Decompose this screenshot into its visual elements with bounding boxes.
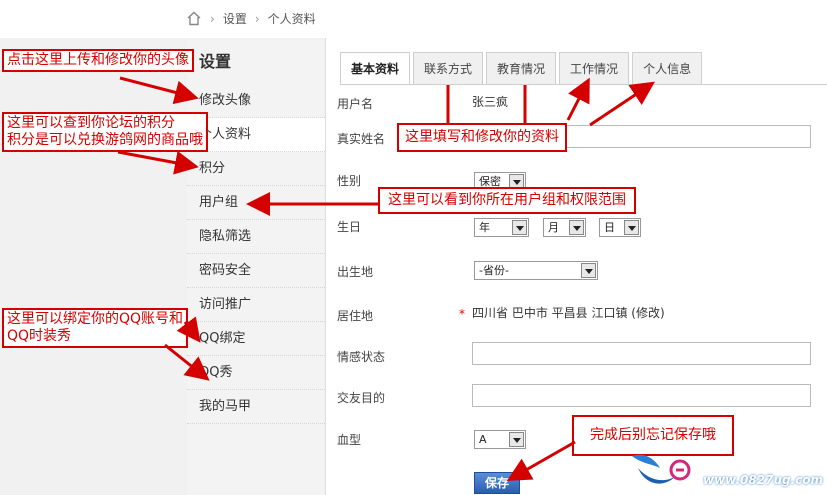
save-button[interactable]: 保存 — [474, 472, 520, 494]
required-mark: * — [459, 307, 465, 321]
tab-contact[interactable]: 联系方式 — [413, 52, 484, 84]
annotation-usergroup: 这里可以看到你所在用户组和权限范围 — [378, 187, 636, 214]
residence-label: 居住地 — [337, 309, 374, 323]
purpose-input[interactable] — [472, 384, 811, 407]
annotation-edit-profile: 这里填写和修改你的资料 — [397, 123, 567, 152]
chevron-down-icon — [581, 263, 596, 278]
annotation-credits-line2: 积分是可以兑换游鸽网的商品哦 — [7, 132, 203, 148]
chevron-down-icon — [512, 220, 527, 235]
username-label: 用户名 — [337, 97, 374, 111]
birthplace-select[interactable]: -省份- — [474, 261, 598, 280]
annotation-avatar: 点击这里上传和修改你的头像 — [2, 49, 194, 72]
top-bar: › 设置 › 个人资料 — [0, 0, 827, 38]
blood-label: 血型 — [337, 433, 362, 447]
chevron-down-icon — [509, 432, 524, 447]
tab-personal[interactable]: 个人信息 — [632, 52, 703, 84]
blood-select[interactable]: A — [474, 430, 526, 449]
breadcrumb-item-profile[interactable]: 个人资料 — [268, 10, 316, 27]
residence-value[interactable]: 四川省 巴中市 平昌县 江口镇 (修改) — [472, 304, 665, 321]
home-icon[interactable] — [186, 11, 202, 26]
chevron-right-icon: › — [210, 11, 215, 26]
sidebar-title: 设置 — [199, 52, 232, 71]
emotion-input[interactable] — [472, 342, 811, 365]
gender-label: 性别 — [337, 174, 362, 188]
sidebar-item-alias[interactable]: 我的马甲 — [187, 390, 325, 424]
blood-value: A — [479, 433, 487, 446]
sidebar-item-promotion[interactable]: 访问推广 — [187, 288, 325, 322]
chevron-down-icon — [624, 220, 639, 235]
emotion-label: 情感状态 — [337, 350, 386, 364]
profile-tabs: 基本资料 联系方式 教育情况 工作情况 个人信息 — [340, 52, 703, 84]
breadcrumb: › 设置 › 个人资料 — [186, 10, 316, 27]
tab-divider — [340, 84, 827, 85]
annotation-credits-line1: 这里可以查到你论坛的积分 — [7, 115, 175, 131]
annotation-qq: 这里可以绑定你的QQ账号和 QQ时装秀 — [2, 308, 189, 348]
birth-month-select[interactable]: 月 — [543, 218, 586, 237]
sidebar-item-qq-bind[interactable]: QQ绑定 — [187, 322, 325, 356]
tab-basic-info[interactable]: 基本资料 — [340, 52, 411, 84]
chevron-down-icon — [569, 220, 584, 235]
settings-sidebar: 设置 修改头像 个人资料 积分 用户组 隐私筛选 密码安全 访问推广 QQ绑定 … — [187, 40, 325, 495]
birthplace-value: -省份- — [479, 264, 509, 277]
breadcrumb-item-settings[interactable]: 设置 — [223, 10, 247, 27]
username-value: 张三疯 — [472, 95, 509, 109]
site-logo-icon — [632, 454, 691, 484]
annotation-credits: 这里可以查到你论坛的积分 积分是可以兑换游鸽网的商品哦 — [2, 112, 208, 152]
annotation-qq-line2: QQ时装秀 — [7, 328, 72, 344]
sidebar-item-qq-show[interactable]: QQ秀 — [187, 356, 325, 390]
realname-label: 真实姓名 — [337, 132, 386, 146]
sidebar-item-credits[interactable]: 积分 — [187, 152, 325, 186]
sidebar-item-privacy[interactable]: 隐私筛选 — [187, 220, 325, 254]
birth-day-value: 日 — [604, 221, 615, 234]
birth-day-select[interactable]: 日 — [599, 218, 641, 237]
sidebar-item-usergroup[interactable]: 用户组 — [187, 186, 325, 220]
birthday-label: 生日 — [337, 220, 362, 234]
watermark-text: www.0827ug.com — [703, 473, 823, 487]
birth-year-value: 年 — [479, 221, 490, 234]
purpose-label: 交友目的 — [337, 391, 386, 405]
tab-education[interactable]: 教育情况 — [486, 52, 557, 84]
birthplace-label: 出生地 — [337, 265, 374, 279]
annotation-qq-line1: 这里可以绑定你的QQ账号和 — [7, 311, 184, 327]
sidebar-item-password[interactable]: 密码安全 — [187, 254, 325, 288]
birth-year-select[interactable]: 年 — [474, 218, 529, 237]
chevron-right-icon: › — [254, 11, 260, 26]
tab-work[interactable]: 工作情况 — [559, 52, 630, 84]
birth-month-value: 月 — [548, 221, 559, 234]
